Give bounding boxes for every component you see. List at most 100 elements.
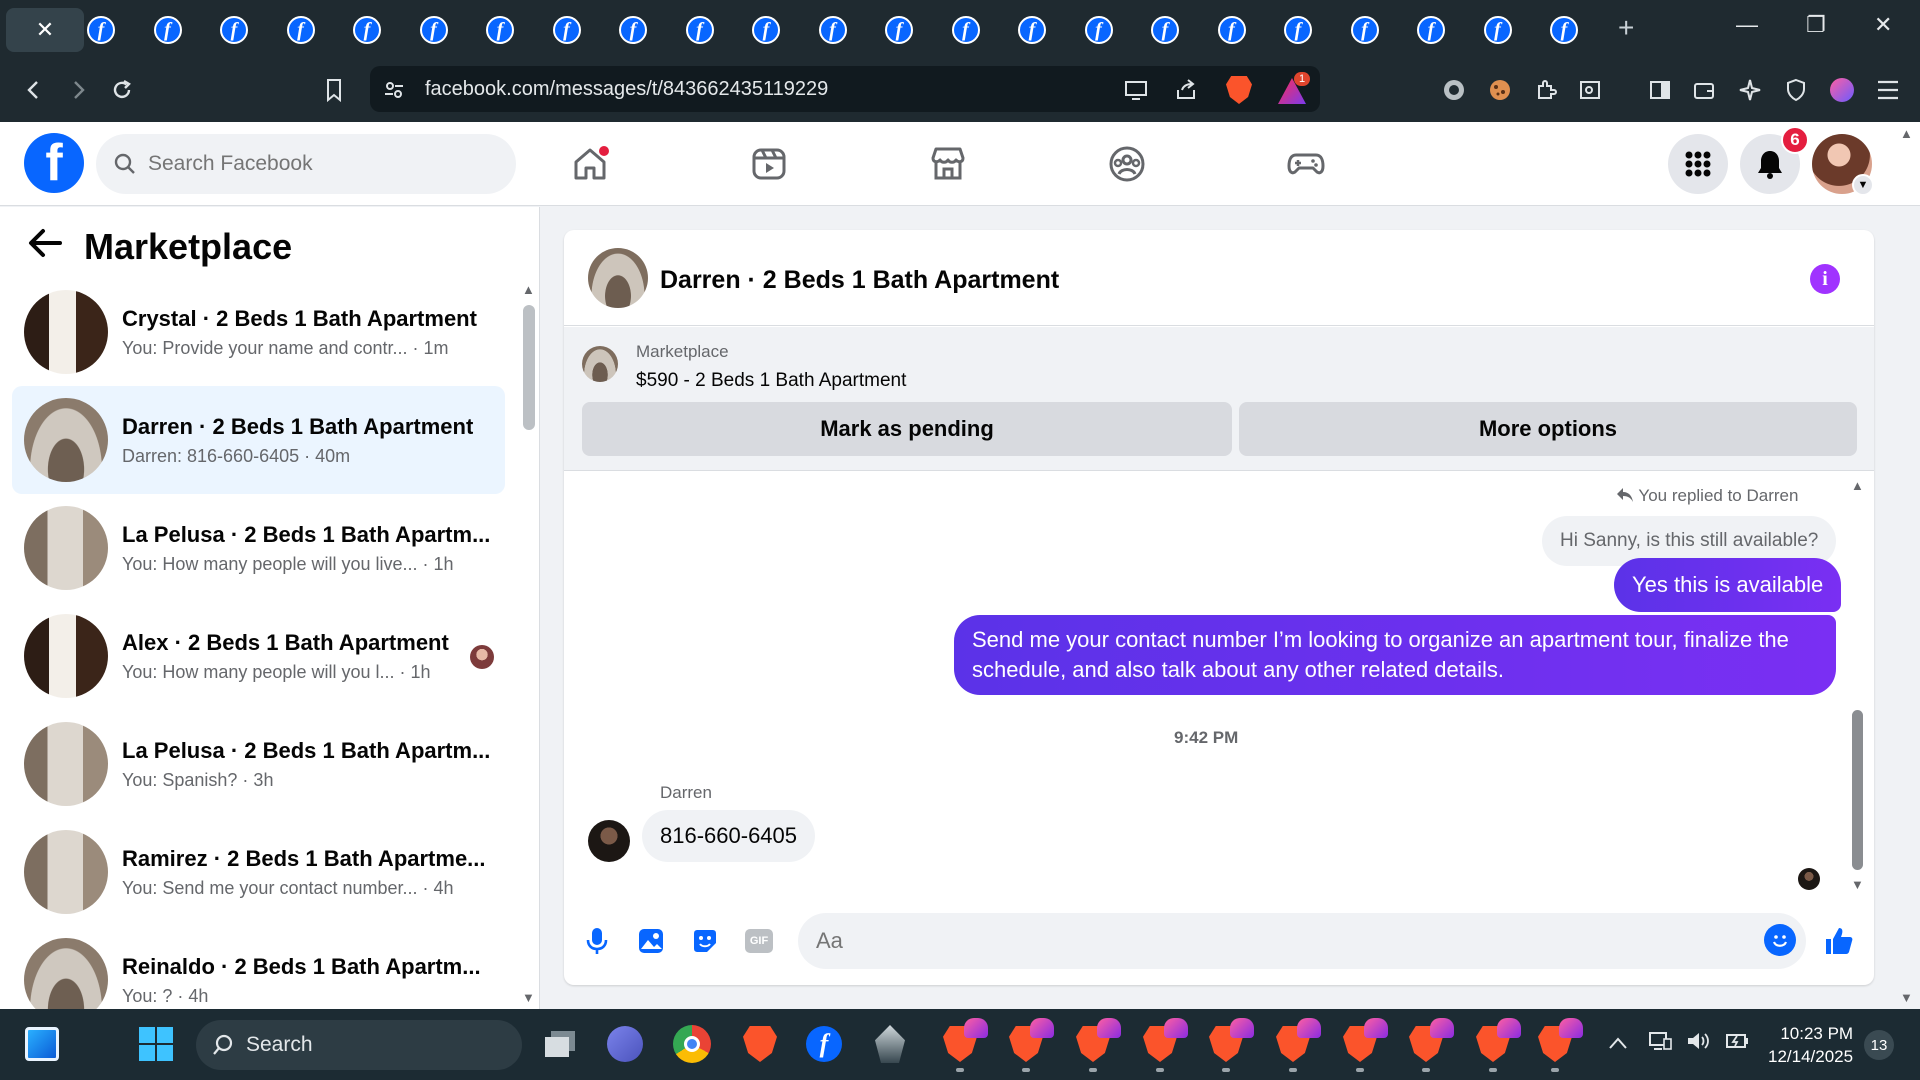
conversation-avatar[interactable] — [588, 248, 648, 308]
message-composer[interactable] — [798, 913, 1806, 969]
new-tab-button[interactable]: + — [1618, 12, 1634, 44]
browser-tab[interactable]: f — [1547, 8, 1581, 52]
vpn-icon[interactable] — [1438, 74, 1470, 106]
show-hidden-icons[interactable] — [1608, 1030, 1628, 1056]
brave-profile-taskbar-icon[interactable] — [1406, 1018, 1454, 1064]
browser-tab[interactable]: f — [1082, 8, 1116, 52]
brave-profile-taskbar-icon[interactable] — [1006, 1018, 1054, 1064]
conversation-item[interactable]: La Pelusa · 2 Beds 1 Bath Apartm... You: … — [12, 710, 505, 818]
leo-ai-icon[interactable] — [1734, 74, 1766, 106]
marketplace-icon[interactable] — [924, 140, 972, 188]
cookie-icon[interactable] — [1484, 74, 1516, 106]
photo-icon[interactable] — [634, 924, 668, 958]
list-scrollbar[interactable] — [523, 305, 535, 430]
brave-profile-taskbar-icon[interactable] — [1073, 1018, 1121, 1064]
more-options-button[interactable]: More options — [1239, 402, 1857, 456]
game-app-icon[interactable] — [870, 1024, 910, 1064]
conversation-item[interactable]: Ramirez · 2 Beds 1 Bath Apartme... You: S… — [12, 818, 505, 926]
emoji-icon[interactable] — [1764, 924, 1796, 956]
system-clock[interactable]: 10:23 PM 12/14/2025 — [1768, 1022, 1853, 1068]
message-input[interactable] — [816, 928, 1716, 954]
browser-tab[interactable]: f — [1414, 8, 1448, 52]
share-icon[interactable] — [1170, 74, 1202, 106]
browser-tab[interactable]: f — [616, 8, 650, 52]
teams-icon[interactable] — [605, 1024, 645, 1064]
restore-button[interactable]: ❐ — [1806, 12, 1826, 38]
sticker-icon[interactable] — [688, 924, 722, 958]
listing-thumbnail[interactable] — [582, 346, 618, 382]
list-scroll-up-arrow[interactable]: ▲ — [522, 282, 535, 297]
conversation-item[interactable]: La Pelusa · 2 Beds 1 Bath Apartm... You: … — [12, 494, 505, 602]
sender-avatar[interactable] — [588, 820, 630, 862]
home-icon[interactable] — [566, 140, 614, 188]
browser-tab[interactable]: f — [417, 8, 451, 52]
back-arrow-icon[interactable] — [28, 228, 62, 267]
reload-icon[interactable] — [106, 74, 138, 106]
info-icon[interactable]: i — [1810, 264, 1840, 294]
reader-mode-icon[interactable] — [1574, 74, 1606, 106]
brave-profile-taskbar-icon[interactable] — [1340, 1018, 1388, 1064]
browser-tab[interactable]: f — [1348, 8, 1382, 52]
browser-tab[interactable]: f — [1215, 8, 1249, 52]
browser-tab[interactable]: f — [550, 8, 584, 52]
chevron-down-icon[interactable]: ▼ — [1852, 174, 1874, 196]
task-view-icon[interactable] — [540, 1024, 580, 1064]
browser-tab[interactable]: f — [1148, 8, 1182, 52]
browser-tab[interactable]: f — [749, 8, 783, 52]
notification-center-badge[interactable]: 13 — [1864, 1030, 1894, 1060]
shield-icon[interactable] — [1780, 74, 1812, 106]
gif-icon[interactable]: GIF — [742, 924, 776, 958]
extensions-icon[interactable] — [1530, 74, 1562, 106]
back-icon[interactable] — [18, 74, 50, 106]
brave-profile-taskbar-icon[interactable] — [1273, 1018, 1321, 1064]
thread-scrollbar[interactable] — [1852, 710, 1863, 870]
menu-grid-button[interactable] — [1668, 134, 1728, 194]
brave-profile-taskbar-icon[interactable] — [1473, 1018, 1521, 1064]
conversation-title[interactable]: Darren · 2 Beds 1 Bath Apartment — [660, 266, 1059, 295]
facebook-logo[interactable]: f — [24, 133, 84, 193]
groups-icon[interactable] — [1103, 140, 1151, 188]
page-scroll-down-arrow[interactable]: ▼ — [1900, 990, 1913, 1005]
bookmark-icon[interactable] — [318, 74, 350, 106]
outgoing-message[interactable]: Yes this is available — [1614, 558, 1842, 612]
brave-profile-taskbar-icon[interactable] — [1535, 1018, 1583, 1064]
battery-icon[interactable] — [1724, 1030, 1750, 1058]
like-icon[interactable] — [1822, 924, 1856, 958]
windows-start-icon[interactable] — [136, 1024, 176, 1064]
widgets-icon[interactable] — [22, 1024, 62, 1064]
browser-tab[interactable]: f — [683, 8, 717, 52]
conversation-item[interactable]: Crystal · 2 Beds 1 Bath Apartment You: Pr… — [12, 278, 505, 386]
site-info-icon[interactable] — [378, 74, 410, 106]
gaming-icon[interactable] — [1282, 140, 1330, 188]
sidebar-toggle-icon[interactable] — [1644, 74, 1676, 106]
browser-tab[interactable]: f — [284, 8, 318, 52]
brave-profile-taskbar-icon[interactable] — [1140, 1018, 1188, 1064]
listing-title[interactable]: $590 - 2 Beds 1 Bath Apartment — [636, 370, 906, 392]
browser-tab[interactable]: f — [882, 8, 916, 52]
profile-icon[interactable] — [1826, 74, 1858, 106]
browser-tab[interactable]: f — [949, 8, 983, 52]
browser-tab[interactable]: f — [350, 8, 384, 52]
browser-tab[interactable]: f — [1015, 8, 1049, 52]
microphone-icon[interactable] — [580, 924, 614, 958]
browser-tab[interactable]: f — [1281, 8, 1315, 52]
browser-tab[interactable]: f — [483, 8, 517, 52]
taskbar-search[interactable]: Search — [196, 1020, 522, 1070]
mark-as-pending-button[interactable]: Mark as pending — [582, 402, 1232, 456]
volume-icon[interactable] — [1686, 1030, 1710, 1058]
forward-icon[interactable] — [62, 74, 94, 106]
network-icon[interactable] — [1648, 1030, 1672, 1058]
conversation-item[interactable]: Darren · 2 Beds 1 Bath Apartment Darren: … — [12, 386, 505, 494]
brave-profile-taskbar-icon[interactable] — [1206, 1018, 1254, 1064]
close-window-button[interactable]: ✕ — [1874, 12, 1892, 38]
active-tab[interactable]: ✕ — [6, 8, 84, 52]
thread-scroll-down-arrow[interactable]: ▼ — [1851, 877, 1864, 892]
search-input[interactable] — [148, 152, 468, 176]
brave-taskbar-icon[interactable] — [740, 1024, 780, 1064]
wallet-icon[interactable] — [1688, 74, 1720, 106]
minimize-button[interactable]: — — [1736, 12, 1758, 38]
outgoing-message[interactable]: Send me your contact number I’m looking … — [954, 615, 1836, 695]
facebook-search[interactable] — [96, 134, 516, 194]
browser-tab[interactable]: f — [151, 8, 185, 52]
chrome-icon[interactable] — [672, 1024, 712, 1064]
